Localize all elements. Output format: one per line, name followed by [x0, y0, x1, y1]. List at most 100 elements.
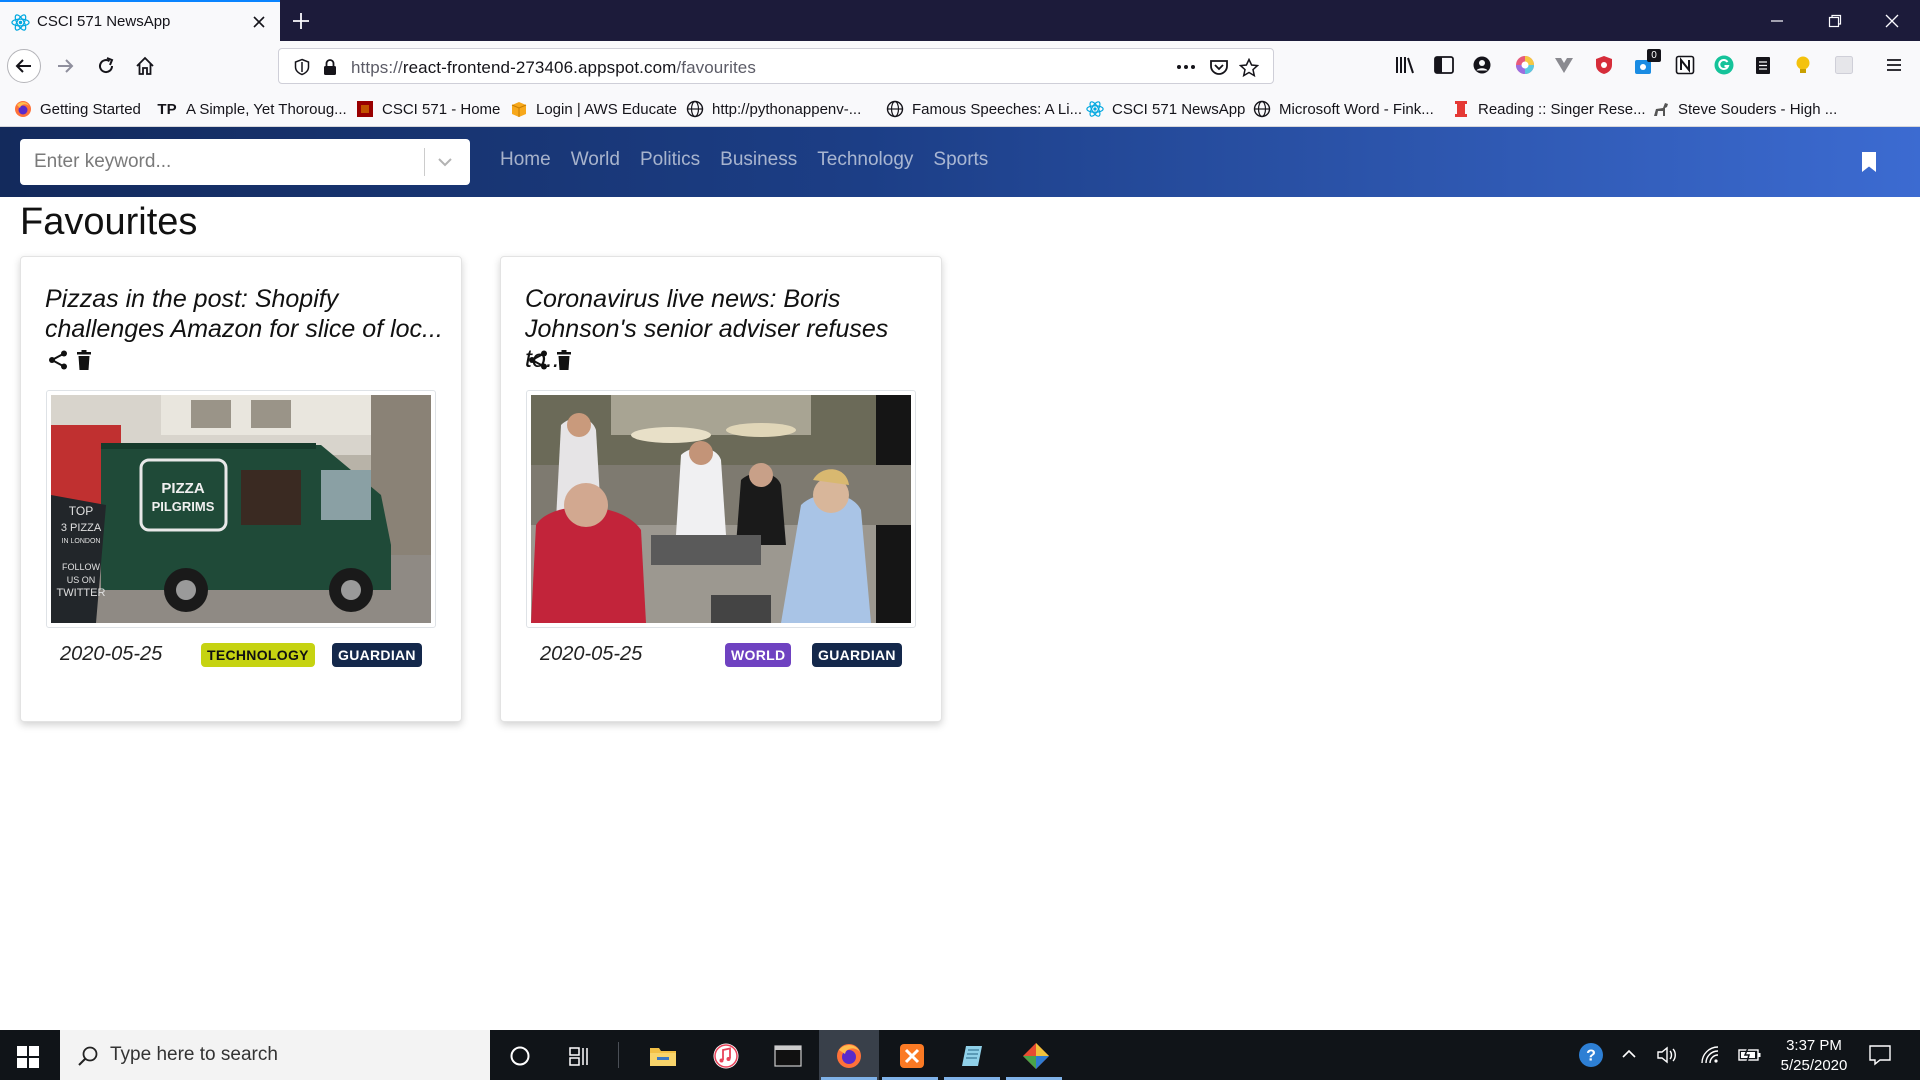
react-icon — [1086, 100, 1104, 118]
tp-icon: TP — [157, 100, 177, 118]
nav-link-home[interactable]: Home — [500, 149, 551, 171]
bookmark-item[interactable]: Login | AWS Educate — [510, 99, 677, 119]
bookmark-item[interactable]: http://pythonappenv-... — [686, 99, 861, 119]
minimize-icon[interactable] — [1768, 12, 1786, 30]
section-badge: WORLD — [725, 643, 792, 667]
article-title: Coronavirus live news: Boris Johnson's s… — [525, 285, 889, 373]
source-badge: GUARDIAN — [812, 643, 902, 667]
cafe-terrace-image — [531, 395, 911, 623]
dog-icon — [1652, 100, 1670, 118]
keyword-search[interactable] — [20, 139, 470, 185]
file-explorer-icon[interactable] — [648, 1041, 678, 1071]
bookmark-item[interactable]: Microsoft Word - Fink... — [1253, 99, 1434, 119]
trash-icon[interactable] — [555, 349, 573, 371]
bookmark-item[interactable]: Steve Souders - High ... — [1652, 99, 1837, 119]
window-close-icon[interactable] — [1883, 12, 1901, 30]
windows-start-icon[interactable] — [17, 1046, 39, 1068]
bookmark-item[interactable]: Reading :: Singer Rese... — [1452, 99, 1646, 119]
favourite-card[interactable]: Coronavirus live news: Boris Johnson's s… — [500, 256, 942, 722]
taskbar-search-placeholder: Type here to search — [110, 1044, 278, 1065]
account-icon[interactable] — [1472, 55, 1492, 75]
nav-link-sports[interactable]: Sports — [933, 149, 988, 171]
nav-link-business[interactable]: Business — [720, 149, 797, 171]
sidebar-icon[interactable] — [1433, 55, 1455, 75]
browser-toolbar: https://react-frontend-273406.appspot.co… — [0, 41, 1920, 90]
terminal-icon[interactable] — [773, 1041, 803, 1071]
volume-icon[interactable] — [1656, 1045, 1678, 1065]
bookmark-item[interactable]: Getting Started — [14, 99, 141, 119]
chalkboard-text: FOLLOW — [62, 562, 101, 572]
page-title: Favourites — [20, 201, 198, 243]
ublock-icon[interactable] — [1594, 55, 1614, 75]
clock-time: 3:37 PM — [1786, 1037, 1842, 1054]
vue-devtools-icon[interactable] — [1554, 55, 1574, 75]
section-nav: Home World Politics Business Technology … — [500, 149, 988, 171]
itunes-icon[interactable] — [711, 1041, 741, 1071]
reading-icon — [1452, 100, 1470, 118]
forward-button[interactable] — [48, 49, 82, 83]
nav-link-technology[interactable]: Technology — [817, 149, 913, 171]
grammarly-icon[interactable] — [1714, 55, 1734, 75]
section-badge: TECHNOLOGY — [201, 643, 315, 667]
browser-tab[interactable]: CSCI 571 NewsApp — [0, 0, 280, 41]
library-icon[interactable] — [1394, 55, 1416, 75]
taskbar-search[interactable]: Type here to search — [60, 1030, 490, 1080]
home-icon — [136, 56, 154, 75]
chevron-up-icon[interactable] — [1620, 1046, 1638, 1062]
notes-icon[interactable] — [1754, 55, 1772, 75]
browser-tab-strip: CSCI 571 NewsApp — [0, 0, 1920, 41]
share-icon[interactable] — [47, 349, 69, 371]
cortana-icon[interactable] — [505, 1041, 535, 1071]
notion-icon[interactable] — [1675, 55, 1695, 75]
forward-arrow-icon — [58, 59, 74, 73]
bookmark-item[interactable]: TP A Simple, Yet Thoroug... — [156, 99, 346, 119]
nav-link-politics[interactable]: Politics — [640, 149, 700, 171]
task-view-icon[interactable] — [565, 1041, 595, 1071]
tracking-shield-icon[interactable] — [293, 58, 311, 76]
page-actions-icon[interactable] — [1175, 58, 1197, 76]
trash-icon[interactable] — [75, 349, 93, 371]
taskbar-divider — [618, 1042, 619, 1068]
keyword-search-input[interactable] — [20, 139, 420, 185]
react-icon — [11, 13, 30, 32]
menu-icon[interactable] — [1884, 55, 1904, 75]
blank-extension-icon[interactable] — [1834, 55, 1854, 75]
article-date: 2020-05-25 — [540, 643, 643, 665]
color-extension-icon[interactable] — [1515, 55, 1535, 75]
url-text[interactable]: https://react-frontend-273406.appspot.co… — [351, 58, 756, 78]
lock-icon[interactable] — [322, 58, 338, 76]
reload-icon — [99, 57, 114, 74]
url-bar[interactable]: https://react-frontend-273406.appspot.co… — [278, 48, 1274, 84]
nav-link-world[interactable]: World — [571, 149, 620, 171]
windows-taskbar: Type here to search ? 3:37 PM 5/25/2020 — [0, 1030, 1920, 1080]
reload-button[interactable] — [89, 49, 123, 83]
van-sign-text: PIZZA — [161, 480, 204, 497]
battery-icon[interactable] — [1738, 1047, 1762, 1063]
wifi-icon[interactable] — [1700, 1045, 1720, 1065]
tab-close-icon[interactable] — [250, 13, 268, 31]
help-icon[interactable]: ? — [1578, 1042, 1604, 1068]
bookmark-item[interactable]: CSCI 571 - Home — [356, 99, 500, 119]
bookmark-item[interactable]: CSCI 571 NewsApp — [1086, 99, 1245, 119]
bookmark-item[interactable]: Famous Speeches: A Li... — [886, 99, 1082, 119]
notification-icon[interactable] — [1868, 1043, 1892, 1067]
new-tab-icon[interactable] — [290, 10, 312, 32]
pocket-icon[interactable] — [1209, 58, 1229, 76]
taskbar-clock[interactable]: 3:37 PM 5/25/2020 — [1764, 1036, 1864, 1076]
share-icon[interactable] — [527, 349, 549, 371]
usc-icon — [356, 100, 374, 118]
bookmark-icon[interactable] — [1860, 151, 1878, 173]
firefox-taskbar-icon[interactable] — [834, 1041, 864, 1071]
favourite-card[interactable]: Pizzas in the post: Shopify challenges A… — [20, 256, 462, 722]
lightbulb-icon[interactable] — [1794, 55, 1812, 75]
bookmark-star-icon[interactable] — [1239, 58, 1259, 78]
notepad-icon[interactable] — [959, 1041, 989, 1071]
xampp-icon[interactable] — [897, 1041, 927, 1071]
home-button[interactable] — [128, 49, 162, 83]
git-icon[interactable] — [1021, 1041, 1051, 1071]
globe-icon — [886, 100, 904, 118]
pizza-van-image: PIZZA PILGRIMS TOP 3 PIZZA IN LONDON FOL… — [51, 395, 431, 623]
restore-icon[interactable] — [1826, 12, 1844, 30]
chevron-down-icon[interactable] — [436, 154, 454, 170]
back-button[interactable] — [7, 49, 41, 83]
